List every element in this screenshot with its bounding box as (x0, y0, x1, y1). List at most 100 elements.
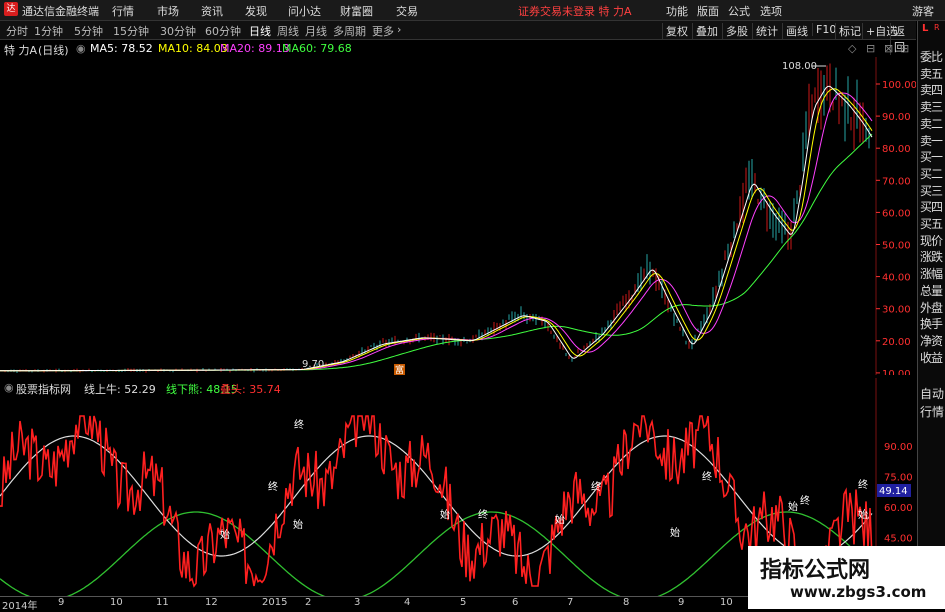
guest-label[interactable]: 游客 (912, 3, 934, 19)
time-label: 2 (305, 597, 312, 608)
side-item[interactable]: 买五 (920, 216, 945, 232)
period-tab-1min[interactable]: 1分钟 (34, 23, 63, 39)
side-item[interactable]: 现价 (920, 233, 945, 249)
menu-news[interactable]: 资讯 (201, 3, 223, 19)
price-tick-label: 10.00 (882, 369, 911, 375)
side-item[interactable]: 换手 (920, 316, 945, 332)
ma5-label: MA5: 78.52 (90, 42, 153, 55)
osc-tick-label: 45.00 (884, 534, 913, 545)
price-tick-label: 20.00 (882, 337, 911, 348)
time-label: 9 (58, 597, 65, 608)
period-tab-60min[interactable]: 60分钟 (205, 23, 241, 39)
price-tick-label: 50.00 (882, 241, 911, 252)
time-label: 10 (720, 597, 733, 608)
time-label: 7 (567, 597, 574, 608)
side-item[interactable]: 买四 (920, 199, 945, 215)
side-item[interactable]: 委比 (920, 49, 945, 65)
menu-market[interactable]: 市场 (157, 3, 179, 19)
overlay-button[interactable]: 叠加 (692, 23, 721, 39)
osc-marker-start: 始 (788, 500, 798, 513)
app-logo-icon: 达 (4, 2, 18, 16)
period-tag: (日线) (38, 44, 69, 57)
draw-line-button[interactable]: 画线 (782, 23, 811, 39)
time-label: 11 (156, 597, 169, 608)
time-label: 2015 (262, 597, 288, 608)
osc-white-line (0, 435, 873, 557)
period-tab-30min[interactable]: 30分钟 (160, 23, 196, 39)
side-item[interactable]: 涨幅 (920, 266, 945, 282)
side-item[interactable]: 买三 (920, 183, 945, 199)
side-item[interactable]: 净资 (920, 333, 945, 349)
mark-button[interactable]: 标记 (835, 23, 864, 39)
period-tab-more[interactable]: 更多 (372, 23, 394, 39)
price-tick-label: 40.00 (882, 273, 911, 284)
high-price-label: 108.00 (782, 61, 817, 72)
side-item[interactable]: 买二 (920, 166, 945, 182)
period-tab-monthly[interactable]: 月线 (305, 23, 327, 39)
auto-button[interactable]: 自动 (920, 385, 945, 402)
menu-layout[interactable]: 版面 (697, 3, 719, 19)
menu-trade[interactable]: 交易 (396, 3, 418, 19)
osc-marker-end: 终 (478, 508, 488, 521)
stock-name: 特 力A (4, 44, 38, 57)
side-item[interactable]: 卖五 (920, 66, 945, 82)
chevron-right-icon[interactable]: › (397, 23, 401, 36)
period-tab-intraday[interactable]: 分时 (6, 23, 28, 39)
period-tab-5min[interactable]: 5分钟 (74, 23, 103, 39)
price-chart[interactable]: 100.00 90.00 80.00 70.00 60.00 50.00 40.00 30.0… (0, 57, 916, 375)
menu-discover[interactable]: 发现 (245, 3, 267, 19)
low-price-label: 9.70 (302, 359, 324, 370)
side-item[interactable]: 涨跌 (920, 249, 945, 265)
osc-current-value: 49.14 (879, 486, 908, 497)
period-tab-weekly[interactable]: 周线 (277, 23, 299, 39)
time-label: 3 (354, 597, 361, 608)
side-item[interactable]: 卖一 (920, 133, 945, 149)
expand-icon[interactable]: ⊞ (900, 42, 909, 55)
settings-dot-icon[interactable]: ◉ (76, 42, 86, 55)
price-tick-label: 60.00 (882, 208, 911, 219)
close-icon[interactable]: ⊠ (884, 42, 893, 55)
menu-options[interactable]: 选项 (760, 3, 782, 19)
side-item[interactable]: 外盘 (920, 300, 945, 316)
side-item[interactable]: 总量 (920, 283, 945, 299)
osc-marker-end: 终 (268, 480, 278, 493)
period-tab-15min[interactable]: 15分钟 (113, 23, 149, 39)
price-info-bar: 特 力A (日线) ◉ MA5: 78.52 MA10: 84.03 MA20:… (0, 41, 916, 57)
period-tab-daily[interactable]: 日线 (249, 23, 271, 39)
login-status: 证券交易未登录 特 力A (518, 5, 632, 18)
osc-marker-start: 始 (555, 513, 565, 526)
menu-formula[interactable]: 公式 (728, 3, 750, 19)
watermark-title: 指标公式网 (760, 558, 871, 583)
osc-marker-start: 始 (440, 508, 450, 521)
side-item[interactable]: 卖四 (920, 82, 945, 98)
menu-quotes[interactable]: 行情 (112, 3, 134, 19)
menu-function[interactable]: 功能 (666, 3, 688, 19)
osc-tick-label: 60.00 (884, 503, 913, 514)
ma10-label: MA10: 84.03 (158, 42, 228, 55)
osc-marker-end: 终 (591, 480, 601, 493)
menu-ask[interactable]: 问小达 (288, 3, 321, 19)
time-label: 4 (404, 597, 411, 608)
side-item[interactable]: 收益 (920, 350, 945, 366)
side-r-icon: R (934, 23, 940, 32)
side-item[interactable]: 卖二 (920, 116, 945, 132)
time-label: 9 (678, 597, 685, 608)
side-item[interactable]: 卖三 (920, 99, 945, 115)
event-tag[interactable]: 富 (395, 364, 404, 375)
statistics-button[interactable]: 统计 (752, 23, 781, 39)
osc-green-line (0, 511, 873, 596)
multi-stock-button[interactable]: 多股 (722, 23, 751, 39)
quote-button[interactable]: 行情 (920, 403, 945, 420)
side-logo-icon: L (922, 23, 929, 34)
candles (1, 63, 870, 374)
diamond-icon[interactable]: ◇ (848, 42, 856, 55)
osc-marker-start: 始 (220, 528, 230, 541)
adjust-button[interactable]: 复权 (662, 23, 691, 39)
menu-wealth[interactable]: 财富圈 (340, 3, 373, 19)
time-label: 6 (512, 597, 519, 608)
period-tab-multi[interactable]: 多周期 (333, 23, 366, 39)
side-item[interactable]: 买一 (920, 149, 945, 165)
osc-marker-end: 终 (800, 494, 810, 507)
osc-marker-start: 始 (293, 518, 303, 531)
zoom-out-icon[interactable]: ⊟ (866, 42, 875, 55)
